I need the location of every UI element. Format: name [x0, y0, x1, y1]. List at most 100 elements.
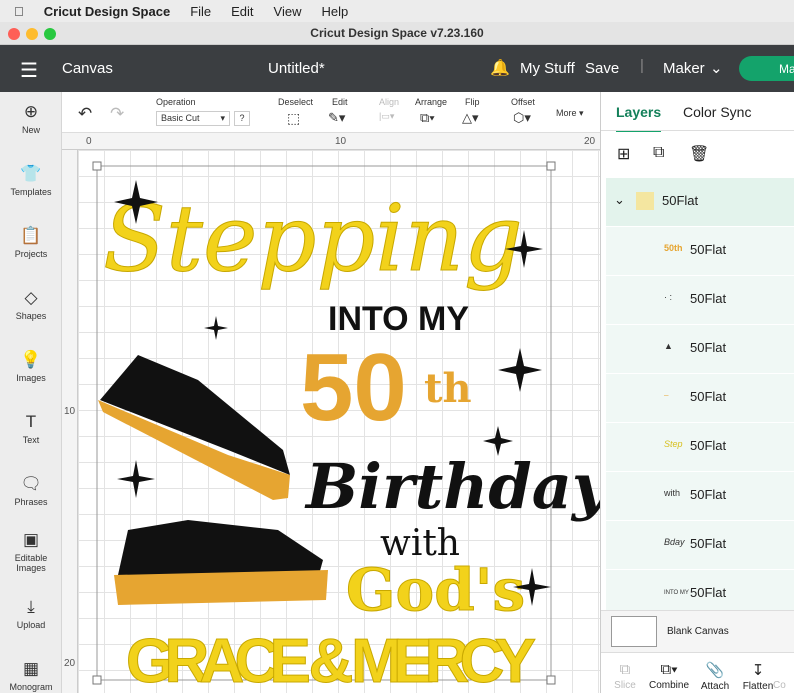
sidebar-item-upload[interactable]: ⤓ Upload — [0, 597, 62, 630]
slice-icon: ⧉ — [619, 661, 631, 678]
layer-thumbnail — [636, 192, 654, 210]
art-th: th — [424, 365, 472, 412]
artwork[interactable]: Stepping INTO MY 50 th Birthday with God… — [78, 150, 600, 693]
layer-item[interactable]: INTO MY 50Flat — [606, 570, 794, 610]
title-bar: Cricut Design Space v7.23.160 — [0, 22, 794, 45]
section-title: Canvas — [62, 60, 113, 77]
operation-select[interactable]: Basic Cut ▾ — [156, 111, 230, 126]
zoom-window-button[interactable] — [44, 28, 56, 40]
duplicate-icon[interactable]: ⧉ — [653, 144, 664, 162]
layer-actions: ⧉ Slice ⧉▾ Combine 📎 Attach ↧ Flatten Co — [601, 652, 794, 693]
app-header: ☰ Canvas Untitled* 🔔 My Stuff Save | Mak… — [0, 45, 794, 92]
deselect-icon[interactable]: ⬚ — [287, 110, 300, 127]
layer-item[interactable]: with 50Flat — [606, 472, 794, 520]
pencil-icon[interactable]: ✎▾ — [328, 110, 345, 126]
machine-select[interactable]: Maker — [663, 60, 705, 77]
contour-button[interactable]: Co — [773, 661, 794, 691]
layers-panel: Layers Color Sync ⊞ ⧉ 🗑 ⌄ 50Flat 50th 50F… — [600, 92, 794, 693]
upload-icon: ⤓ — [27, 597, 35, 616]
menu-edit[interactable]: Edit — [231, 4, 253, 19]
mac-menubar:  Cricut Design Space File Edit View Hel… — [0, 0, 794, 22]
layer-item[interactable]: ⎯ 50Flat — [606, 374, 794, 422]
art-grace-mercy: GRACE & MERCY — [126, 627, 536, 693]
sidebar-item-monogram[interactable]: ▦ Monogram — [0, 659, 62, 692]
lightbulb-icon: 💡 — [20, 350, 42, 369]
art-gods: God's — [346, 556, 525, 624]
menu-view[interactable]: View — [274, 4, 302, 19]
layer-group[interactable]: ⌄ 50Flat — [606, 178, 794, 226]
resize-handle[interactable] — [546, 161, 556, 171]
blank-canvas-label: Blank Canvas — [667, 626, 729, 637]
arrange-icon[interactable]: ⧉▾ — [420, 110, 435, 126]
group-icon[interactable]: ⊞ — [617, 144, 630, 164]
slice-button[interactable]: ⧉ Slice — [603, 661, 647, 691]
offset-label: Offset — [511, 97, 535, 107]
sidebar-item-shapes[interactable]: ◇ Shapes — [0, 288, 62, 321]
undo-icon[interactable]: ↶ — [78, 104, 92, 124]
blank-canvas-row[interactable]: Blank Canvas — [601, 610, 794, 652]
app-menu[interactable]: Cricut Design Space — [44, 4, 170, 19]
layer-name: 50Flat — [662, 193, 699, 208]
redo-icon[interactable]: ↷ — [110, 104, 124, 124]
layer-item[interactable]: Bday 50Flat — [606, 521, 794, 569]
resize-handle[interactable] — [546, 675, 556, 685]
art-50: 50 — [300, 334, 407, 441]
bell-icon[interactable]: 🔔 — [490, 58, 510, 78]
monogram-icon: ▦ — [22, 659, 40, 678]
shoe-bottom — [114, 520, 328, 605]
save-button[interactable]: Save — [585, 60, 619, 77]
flip-icon[interactable]: △▾ — [462, 110, 479, 126]
art-birthday: Birthday — [304, 450, 600, 523]
clipboard-icon: 📋 — [20, 226, 42, 245]
sidebar-item-projects[interactable]: 📋 Projects — [0, 226, 62, 259]
my-stuff-link[interactable]: My Stuff — [520, 60, 575, 77]
layer-item[interactable]: Step 50Flat — [606, 423, 794, 471]
sidebar-item-phrases[interactable]: 🗨 Phrases — [0, 474, 62, 507]
arrange-label: Arrange — [415, 97, 448, 107]
menu-file[interactable]: File — [190, 4, 211, 19]
window-title: Cricut Design Space v7.23.160 — [310, 26, 484, 40]
combine-icon: ⧉▾ — [660, 661, 678, 678]
art-stepping: Stepping — [103, 185, 523, 292]
offset-icon[interactable]: ⬡▾ — [513, 110, 531, 126]
resize-handle[interactable] — [92, 675, 102, 685]
layer-item[interactable]: 50th 50Flat — [606, 227, 794, 275]
left-sidebar: ⊕ New 👕 Templates 📋 Projects ◇ Shapes 💡 Image… — [0, 92, 62, 693]
menu-help[interactable]: Help — [322, 4, 349, 19]
sidebar-item-new[interactable]: ⊕ New — [0, 102, 62, 135]
edit-label: Edit — [332, 97, 348, 107]
align-label: Align — [379, 97, 400, 107]
speech-icon: 🗨 — [20, 474, 42, 493]
trash-icon[interactable]: 🗑 — [689, 144, 709, 164]
sidebar-item-text[interactable]: T Text — [0, 412, 62, 445]
align-icon[interactable]: |▭▾ — [379, 111, 394, 122]
make-button[interactable]: Ma — [739, 56, 794, 81]
close-window-button[interactable] — [8, 28, 20, 40]
shapes-icon: ◇ — [24, 288, 38, 307]
hamburger-menu-icon[interactable]: ☰ — [20, 58, 38, 83]
help-button[interactable]: ? — [234, 111, 250, 126]
text-icon: T — [25, 412, 37, 431]
plus-circle-icon: ⊕ — [23, 102, 39, 121]
document-title[interactable]: Untitled* — [268, 60, 325, 77]
tab-layers[interactable]: Layers — [616, 104, 662, 132]
layer-item[interactable]: ▲ 50Flat — [606, 325, 794, 373]
more-button[interactable]: More ▾ — [556, 108, 584, 119]
design-canvas[interactable]: Stepping INTO MY 50 th Birthday with God… — [78, 150, 600, 693]
minimize-window-button[interactable] — [26, 28, 38, 40]
chevron-down-icon[interactable]: ⌄ — [710, 59, 723, 77]
operation-label: Operation — [156, 97, 196, 107]
layer-item[interactable]: · :50Flat — [606, 276, 794, 324]
shirt-icon: 👕 — [20, 164, 42, 183]
tab-color-sync[interactable]: Color Sync — [683, 104, 751, 120]
chevron-down-icon[interactable]: ⌄ — [614, 192, 625, 208]
sidebar-item-templates[interactable]: 👕 Templates — [0, 164, 62, 197]
flip-label: Flip — [465, 97, 480, 107]
attach-button[interactable]: 📎 Attach — [693, 661, 737, 692]
sidebar-item-editable-images[interactable]: ▣ Editable Images — [0, 530, 62, 573]
sidebar-item-images[interactable]: 💡 Images — [0, 350, 62, 383]
resize-handle[interactable] — [92, 161, 102, 171]
combine-button[interactable]: ⧉▾ Combine — [647, 661, 691, 691]
edit-image-icon: ▣ — [22, 530, 40, 549]
apple-icon[interactable]:  — [14, 4, 24, 19]
